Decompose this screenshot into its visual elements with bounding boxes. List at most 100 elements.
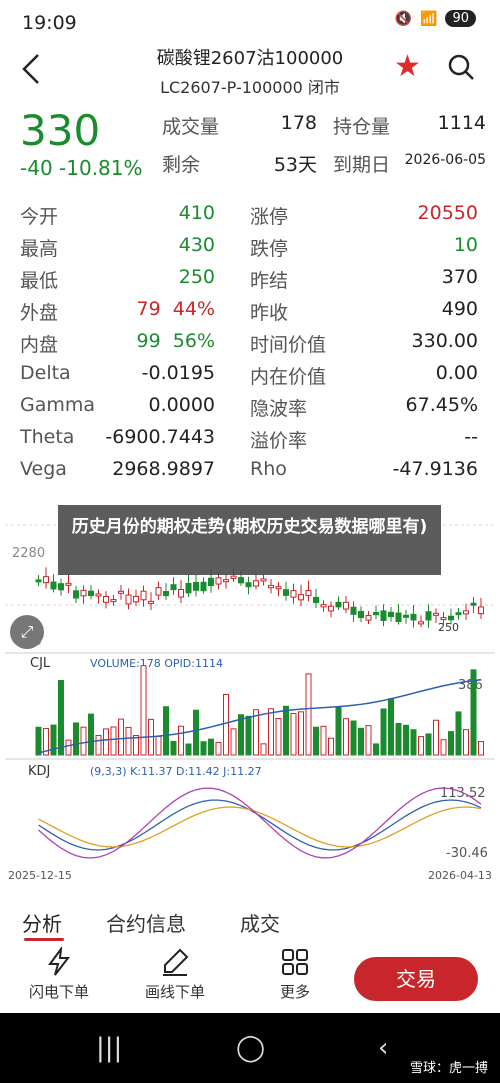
candle (328, 605, 334, 612)
volume-bar (35, 726, 42, 756)
stats-row: 内盘 99 56% 时间价值 330.00 (0, 330, 500, 362)
stat-label: Theta (20, 426, 75, 448)
candlesticks (35, 567, 484, 628)
fullscreen-icon[interactable]: ⤢ (10, 615, 44, 649)
stats-row: Delta -0.0195 内在价值 0.00 (0, 362, 500, 394)
candle (118, 590, 124, 594)
volume-bar (170, 740, 177, 756)
volume-bar (290, 713, 297, 756)
cjl-legend: VOLUME:178 OPID:1114 (90, 657, 223, 670)
search-button[interactable] (448, 54, 474, 80)
volume-bar (298, 711, 304, 756)
draw-order-button[interactable]: 画线下单 (130, 947, 220, 1002)
outer-pct: 44% (172, 298, 215, 320)
search-icon (448, 54, 474, 80)
tab-analysis[interactable]: 分析 (22, 908, 62, 937)
volume-bar (283, 705, 289, 756)
remain-label: 剩余 (162, 154, 201, 176)
candle (95, 593, 102, 597)
candle (65, 582, 72, 586)
stat-label: 最高 (20, 238, 59, 260)
candle (320, 604, 327, 608)
candle (403, 614, 409, 618)
flash-order-button[interactable]: 闪电下单 (14, 947, 104, 1002)
stats-row: 外盘 79 44% 昨收 490 (0, 298, 500, 330)
outer-volume: 79 (136, 298, 161, 320)
stat-label: Delta (20, 362, 71, 384)
candle (260, 578, 267, 582)
volume-bar (73, 722, 79, 756)
oi-value: 1114 (437, 112, 486, 134)
stat-value: 0.0000 (148, 394, 215, 416)
quote-summary: 330 -40 -10.81% 成交量 178 持仓量 1114 剩余 53天 … (0, 100, 500, 190)
volume-bar (380, 708, 387, 756)
stat-label: 内在价值 (250, 366, 327, 388)
stat-label: 外盘 (20, 302, 59, 324)
stat-value: 2968.9897 (112, 458, 215, 480)
candle (80, 589, 87, 597)
candle (193, 582, 199, 591)
stat-label: 跌停 (250, 238, 289, 260)
kdj-label: KDJ (28, 764, 50, 779)
stat-label: 最低 (20, 270, 59, 292)
system-nav-bar: ||| ◯ ‹ 雪球：虎一搏 (0, 1013, 500, 1083)
volume-bar (350, 720, 357, 756)
candle (103, 596, 109, 603)
candle (290, 590, 297, 598)
volume-bar (95, 734, 102, 756)
status-bar: 19:09 🔇 📶 90 (0, 0, 500, 40)
candle (215, 577, 222, 585)
expiry-label: 到期日 (333, 154, 391, 176)
candle (110, 599, 117, 603)
stat-label: 昨收 (250, 302, 289, 324)
home-button[interactable]: ◯ (236, 1033, 265, 1063)
volume-bar (230, 728, 237, 756)
stat-value: 370 (441, 266, 478, 288)
stat-value: -6900.7443 (105, 426, 215, 448)
stat-label: 昨结 (250, 270, 289, 292)
volume-bar (365, 725, 372, 756)
candle (58, 583, 64, 591)
candle (140, 590, 147, 601)
volume-bar (193, 709, 199, 756)
volume-value: 178 (280, 112, 317, 134)
pencil-icon (163, 948, 189, 976)
stat-label: 今开 (20, 206, 59, 228)
candle (358, 610, 364, 619)
volume-bar (178, 725, 184, 756)
candle (463, 610, 469, 615)
volume-bar (410, 729, 417, 756)
flash-order-label: 闪电下单 (28, 983, 89, 1001)
volume-bar (88, 713, 94, 756)
more-button[interactable]: 更多 (250, 947, 340, 1002)
oi-label: 持仓量 (333, 116, 391, 138)
trade-button[interactable]: 交易 (354, 957, 478, 1001)
recent-apps-button[interactable]: ||| (96, 1033, 122, 1063)
candle (170, 584, 177, 591)
candle (305, 590, 312, 597)
candle (253, 580, 259, 587)
tab-trades[interactable]: 成交 (240, 908, 280, 937)
candle (410, 613, 417, 621)
date-start: 2025-12-15 (8, 869, 72, 882)
stat-value: 410 (178, 202, 215, 224)
favorite-star-icon[interactable]: ★ (394, 52, 421, 82)
candle (268, 584, 274, 589)
tab-contract-info[interactable]: 合约信息 (106, 908, 186, 937)
volume-bar (418, 736, 424, 756)
wifi-icon: 📶 (420, 10, 438, 27)
stat-label: Rho (250, 458, 287, 480)
volume-bar (245, 715, 252, 756)
candle (133, 595, 139, 603)
volume-bar (395, 723, 402, 756)
volume-label: 成交量 (162, 116, 220, 138)
volume-panel: CJL VOLUME:178 OPID:1114 386 (30, 656, 484, 756)
candle (163, 591, 169, 597)
stat-value: 250 (178, 266, 215, 288)
back-nav-button[interactable]: ‹ (378, 1033, 388, 1063)
volume-bar (80, 726, 87, 756)
candle (470, 602, 477, 606)
volume-bar (455, 711, 462, 756)
action-bar: 闪电下单 画线下单 更多 交易 (0, 945, 500, 1013)
volume-bar (328, 737, 334, 756)
